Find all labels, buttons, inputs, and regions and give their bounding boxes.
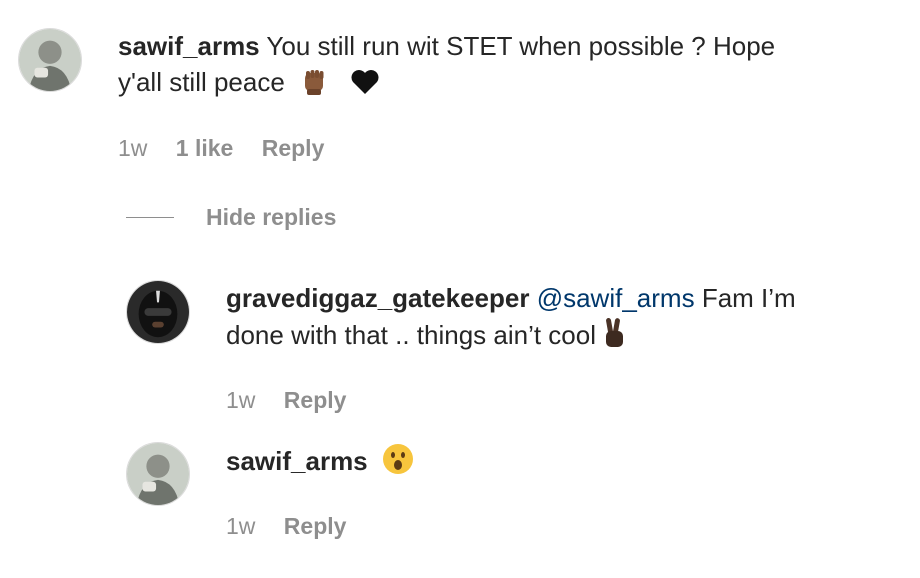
mention-link[interactable]: @sawif_arms <box>537 283 695 313</box>
comment-time: 1w <box>118 135 148 161</box>
raised-fist-emoji <box>298 65 330 106</box>
reply-body: gravediggaz_gatekeeper @sawif_arms Fam I… <box>226 280 906 359</box>
reply-body: sawif_arms <box>226 442 906 485</box>
reply-button[interactable]: Reply <box>284 387 347 413</box>
avatar[interactable] <box>126 280 190 344</box>
surprised-face-emoji <box>381 442 415 485</box>
divider-line <box>126 216 174 218</box>
hide-replies-button[interactable]: Hide replies <box>126 202 336 232</box>
comment-username[interactable]: sawif_arms <box>118 31 260 61</box>
profile-photo-icon <box>127 443 189 505</box>
reply-meta: 1w Reply <box>226 385 368 415</box>
comment-body: sawif_arms You still run wit STET when p… <box>118 28 898 106</box>
avatar[interactable] <box>126 442 190 506</box>
reply-text: Fam I’m <box>701 283 796 313</box>
reply-button[interactable]: Reply <box>262 135 325 161</box>
comment-likes[interactable]: 1 like <box>176 135 234 161</box>
reply-button[interactable]: Reply <box>284 513 347 539</box>
hide-replies-label[interactable]: Hide replies <box>206 204 336 231</box>
comment-text: You still run wit STET when possible ? H… <box>266 31 776 61</box>
comment-meta: 1w 1 like Reply <box>118 133 346 163</box>
comment-text-line2: y'all still peace <box>118 67 285 97</box>
reply-meta: 1w Reply <box>226 511 368 541</box>
reply-time: 1w <box>226 513 256 539</box>
reply-username[interactable]: gravediggaz_gatekeeper <box>226 283 529 313</box>
reply-time: 1w <box>226 387 256 413</box>
profile-photo-icon <box>127 281 189 343</box>
avatar[interactable] <box>18 28 82 92</box>
reply-text-line2: done with that .. things ain’t cool <box>226 320 597 350</box>
profile-photo-icon <box>19 29 81 91</box>
victory-hand-emoji <box>600 316 630 359</box>
black-heart-emoji <box>349 65 381 106</box>
reply-username[interactable]: sawif_arms <box>226 446 368 476</box>
